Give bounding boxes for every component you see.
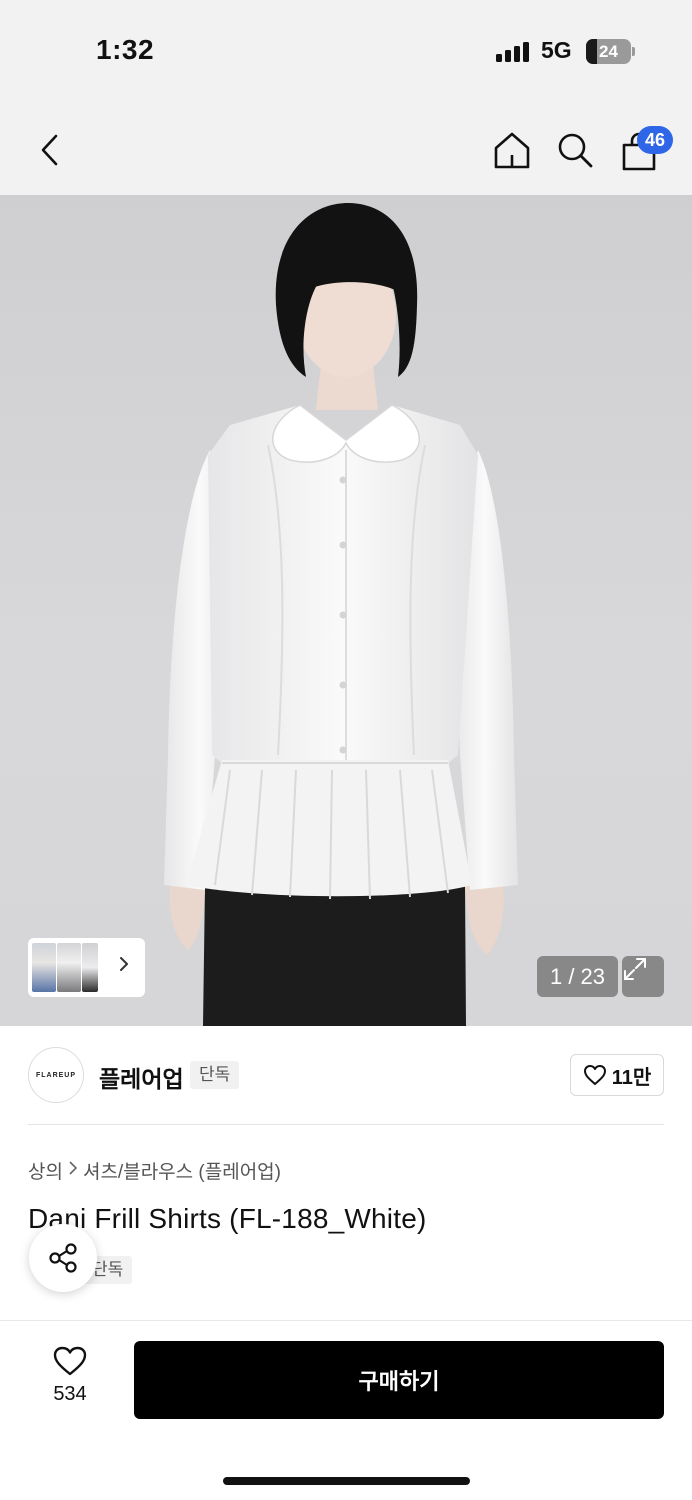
thumbnail-image[interactable] [82,943,98,992]
share-icon [49,1243,77,1273]
brand-logo[interactable]: FLAREUP [28,1047,84,1103]
divider [28,1124,664,1125]
network-label: 5G [541,37,572,63]
home-button[interactable] [488,126,536,174]
wishlist-button[interactable]: 534 [36,1345,104,1415]
battery-icon: 24 [586,39,631,64]
top-nav [0,100,692,195]
search-icon [558,133,593,168]
battery-level: 24 [599,42,618,61]
breadcrumb-item-category[interactable]: 셔츠/블라우스 (플레어업) [83,1157,281,1184]
brand-exclusive-tag: 단독 [190,1061,240,1089]
chevron-right-icon [69,1161,78,1180]
expand-button[interactable] [622,956,664,997]
signal-icon [496,42,530,62]
brand-name[interactable]: 플레어업 [99,1060,184,1094]
cart-badge: 46 [637,126,673,154]
search-button[interactable] [551,126,599,174]
breadcrumb-item-top[interactable]: 상의 [28,1157,63,1184]
home-icon [494,132,530,169]
gallery-counter: 1 / 23 [537,956,618,997]
product-image[interactable]: 1 / 23 [0,195,692,1026]
model-photo [164,203,518,1026]
buy-button[interactable]: 구매하기 [134,1341,664,1419]
product-title: Dani Frill Shirts (FL-188_White) [28,1203,427,1234]
thumbnail-image[interactable] [32,943,56,992]
share-button[interactable] [29,1224,97,1292]
home-indicator [223,1477,470,1485]
back-chevron-icon [41,134,58,166]
thumbnail-strip[interactable] [28,938,145,997]
brand-like-button[interactable]: 11만 [570,1054,664,1096]
wishlist-count: 534 [53,1383,87,1405]
heart-icon [583,1065,606,1085]
thumbnail-image[interactable] [57,943,81,992]
brand-like-count: 11만 [611,1066,652,1089]
status-bar: 1:32 5G 24 [0,0,692,100]
back-button[interactable] [26,126,74,174]
breadcrumb: 상의 셔츠/블라우스 (플레어업) [28,1157,281,1184]
heart-icon [53,1346,87,1376]
expand-icon [624,958,646,980]
battery-cap [632,47,635,56]
chevron-right-icon[interactable] [119,956,139,978]
status-time: 1:32 [96,34,155,65]
